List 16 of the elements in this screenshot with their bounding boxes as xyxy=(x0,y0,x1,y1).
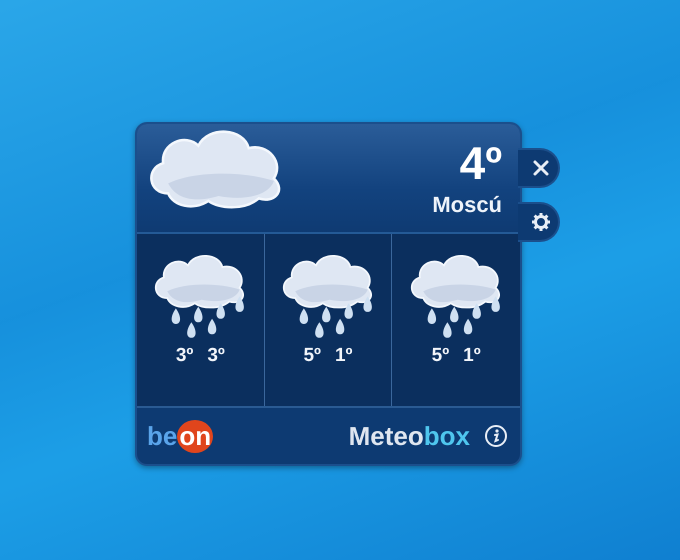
info-icon xyxy=(484,424,508,448)
low-temperature: 3º xyxy=(207,345,225,367)
current-temperature: 4º xyxy=(460,138,502,188)
close-button[interactable] xyxy=(518,148,560,188)
low-temperature: 1º xyxy=(463,345,481,367)
low-temperature: 1º xyxy=(334,345,352,367)
gear-icon xyxy=(531,212,551,232)
high-temperature: 3º xyxy=(176,345,194,367)
high-temperature: 5º xyxy=(303,345,321,367)
product-name: Meteobox xyxy=(348,420,470,452)
high-temperature: 5º xyxy=(432,345,450,367)
close-icon xyxy=(531,158,551,178)
city-name: Moscú xyxy=(432,192,502,218)
info-button[interactable] xyxy=(482,422,510,450)
settings-button[interactable] xyxy=(518,202,560,242)
brand-logo: beon xyxy=(147,420,214,452)
